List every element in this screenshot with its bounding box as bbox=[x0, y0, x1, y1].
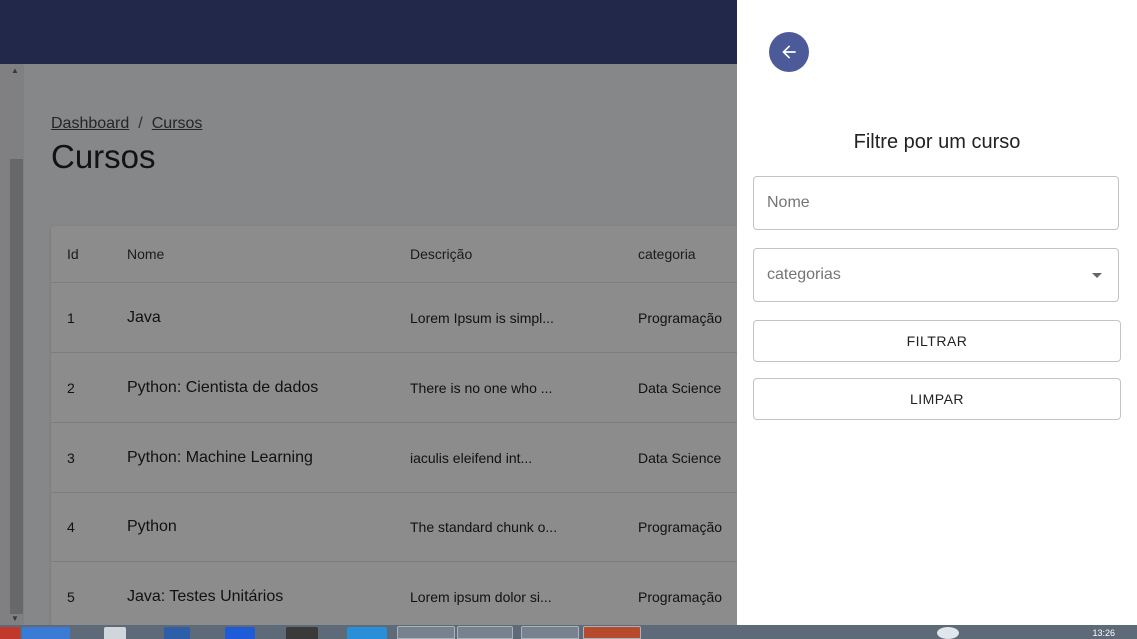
arrow-left-icon bbox=[782, 45, 796, 59]
clear-button[interactable]: LIMPAR bbox=[753, 378, 1121, 420]
taskbar-app-icon[interactable] bbox=[164, 627, 190, 639]
filter-drawer: Filtre por um curso categorias FILTRAR L… bbox=[737, 0, 1137, 625]
taskbar-open-window[interactable] bbox=[521, 626, 579, 639]
tray-icon[interactable] bbox=[937, 627, 959, 639]
os-taskbar: 13:26 bbox=[0, 625, 1137, 639]
caret-down-icon bbox=[1092, 273, 1102, 278]
taskbar-open-window[interactable] bbox=[397, 626, 455, 639]
taskbar-open-window[interactable] bbox=[457, 626, 513, 639]
taskbar-app-icon[interactable] bbox=[286, 627, 318, 639]
drawer-title: Filtre por um curso bbox=[853, 131, 1021, 153]
back-button[interactable] bbox=[769, 32, 809, 72]
taskbar-app-icon[interactable] bbox=[347, 627, 387, 639]
name-field[interactable] bbox=[753, 176, 1119, 230]
category-select[interactable]: categorias bbox=[753, 248, 1119, 302]
name-input[interactable] bbox=[754, 177, 1097, 229]
drawer-backdrop[interactable] bbox=[0, 0, 737, 625]
category-select-placeholder: categorias bbox=[767, 266, 841, 283]
taskbar-app-icon[interactable] bbox=[104, 627, 126, 639]
filter-button[interactable]: FILTRAR bbox=[753, 320, 1121, 362]
taskbar-clock: 13:26 bbox=[1092, 628, 1115, 638]
taskbar-open-window[interactable] bbox=[583, 626, 641, 639]
start-button-icon[interactable] bbox=[0, 627, 20, 639]
taskbar-app-icon[interactable] bbox=[225, 627, 255, 639]
taskbar-app-icon[interactable] bbox=[22, 627, 70, 639]
